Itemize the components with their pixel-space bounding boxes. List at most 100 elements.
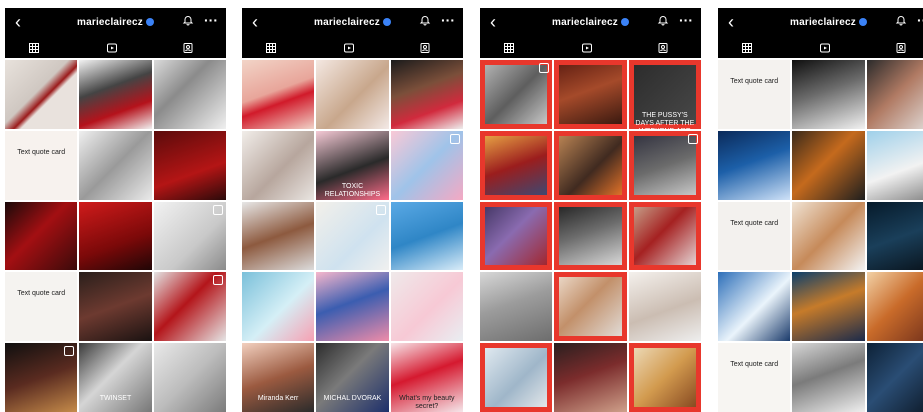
post-thumbnail[interactable] bbox=[480, 343, 553, 412]
notifications-button[interactable] bbox=[419, 13, 431, 26]
post-thumbnail[interactable] bbox=[866, 130, 923, 200]
post-thumbnail[interactable] bbox=[153, 343, 226, 412]
more-options-button[interactable]: ··· bbox=[679, 12, 693, 28]
post-thumbnail[interactable] bbox=[718, 272, 791, 342]
post-thumbnail[interactable]: THE PUSSY'S DAYS AFTER THE WEEKEND ARE T… bbox=[628, 60, 701, 129]
reels-icon bbox=[582, 43, 592, 53]
post-thumbnail[interactable] bbox=[792, 130, 865, 200]
post-thumbnail[interactable]: Text quote card bbox=[718, 60, 791, 129]
post-thumbnail[interactable] bbox=[866, 201, 923, 271]
post-thumbnail[interactable] bbox=[480, 130, 553, 200]
tab-tagged[interactable] bbox=[414, 38, 436, 58]
post-caption: Miranda Kerr bbox=[257, 395, 299, 403]
post-thumbnail[interactable]: Text quote card bbox=[718, 201, 791, 271]
post-thumbnail[interactable] bbox=[792, 272, 865, 342]
more-options-button[interactable]: ··· bbox=[441, 12, 455, 28]
post-thumbnail[interactable] bbox=[390, 272, 463, 342]
post-thumbnail[interactable] bbox=[628, 130, 701, 200]
post-thumbnail[interactable]: What's my beauty secret? bbox=[390, 343, 463, 412]
post-thumbnail[interactable] bbox=[866, 60, 923, 129]
post-thumbnail[interactable] bbox=[390, 60, 463, 129]
post-thumbnail[interactable] bbox=[5, 60, 78, 129]
tagged-icon bbox=[420, 43, 430, 53]
post-thumbnail[interactable] bbox=[316, 201, 389, 271]
more-options-button[interactable]: ··· bbox=[204, 12, 218, 28]
instagram-profile-screen: ‹marieclairecz···Text quote cardText quo… bbox=[718, 8, 923, 412]
profile-handle-text: marieclairecz bbox=[314, 17, 380, 28]
post-thumbnail[interactable] bbox=[316, 272, 389, 342]
post-thumbnail[interactable] bbox=[390, 130, 463, 200]
post-caption: Text quote card bbox=[730, 219, 779, 227]
post-thumbnail[interactable] bbox=[153, 201, 226, 271]
notifications-button[interactable] bbox=[182, 13, 194, 26]
post-thumbnail[interactable] bbox=[153, 130, 226, 200]
post-thumbnail[interactable] bbox=[242, 130, 315, 200]
tab-tagged[interactable] bbox=[890, 38, 912, 58]
post-thumbnail[interactable] bbox=[866, 343, 923, 412]
post-thumbnail[interactable] bbox=[628, 343, 701, 412]
post-thumbnail[interactable] bbox=[554, 201, 627, 271]
tab-grid[interactable] bbox=[23, 38, 45, 58]
post-caption: TOXIC RELATIONSHIPS bbox=[324, 182, 381, 198]
bell-icon bbox=[419, 16, 431, 26]
post-thumbnail[interactable]: TWINSET bbox=[79, 343, 152, 412]
post-thumbnail[interactable] bbox=[792, 201, 865, 271]
tab-grid[interactable] bbox=[498, 38, 520, 58]
post-thumbnail[interactable]: Text quote card bbox=[5, 272, 78, 342]
post-thumbnail[interactable] bbox=[480, 60, 553, 129]
post-thumbnail[interactable] bbox=[79, 60, 152, 129]
post-thumbnail[interactable] bbox=[79, 201, 152, 271]
notifications-button[interactable] bbox=[657, 13, 669, 26]
post-thumbnail[interactable] bbox=[5, 343, 78, 412]
profile-header-bar: ‹marieclairecz··· bbox=[242, 8, 463, 58]
post-thumbnail[interactable] bbox=[554, 272, 627, 342]
post-thumbnail[interactable] bbox=[242, 201, 315, 271]
post-thumbnail[interactable]: Text quote card bbox=[718, 343, 791, 412]
post-thumbnail[interactable] bbox=[718, 130, 791, 200]
tab-reels[interactable] bbox=[338, 38, 360, 58]
post-thumbnail[interactable] bbox=[792, 343, 865, 412]
post-thumbnail[interactable] bbox=[628, 272, 701, 342]
posts-grid: TOXIC RELATIONSHIPS Miranda Kerr MICHAL DV… bbox=[242, 60, 463, 412]
tab-grid[interactable] bbox=[736, 38, 758, 58]
post-thumbnail[interactable] bbox=[866, 272, 923, 342]
post-thumbnail[interactable]: TOXIC RELATIONSHIPS bbox=[316, 130, 389, 200]
post-thumbnail[interactable] bbox=[554, 130, 627, 200]
post-thumbnail[interactable] bbox=[153, 60, 226, 129]
multi-post-icon bbox=[213, 275, 223, 286]
notifications-button[interactable] bbox=[895, 13, 907, 26]
reels-icon bbox=[820, 43, 830, 53]
grid-icon bbox=[504, 43, 514, 53]
post-thumbnail[interactable] bbox=[316, 60, 389, 129]
post-thumbnail[interactable] bbox=[554, 343, 627, 412]
post-thumbnail[interactable] bbox=[390, 201, 463, 271]
verified-badge-icon bbox=[382, 18, 391, 27]
post-thumbnail[interactable] bbox=[5, 201, 78, 271]
tab-reels[interactable] bbox=[101, 38, 123, 58]
profile-header-bar: ‹marieclairecz··· bbox=[718, 8, 923, 58]
post-thumbnail[interactable]: Miranda Kerr bbox=[242, 343, 315, 412]
multi-post-icon bbox=[450, 133, 460, 144]
instagram-profile-screen: ‹marieclairecz···Text quote cardText quo… bbox=[5, 8, 226, 412]
post-thumbnail[interactable] bbox=[79, 272, 152, 342]
tab-reels[interactable] bbox=[576, 38, 598, 58]
verified-badge-icon bbox=[620, 18, 629, 27]
post-thumbnail[interactable] bbox=[153, 272, 226, 342]
post-caption: TWINSET bbox=[99, 395, 132, 403]
tab-tagged[interactable] bbox=[177, 38, 199, 58]
post-thumbnail[interactable] bbox=[242, 60, 315, 129]
more-options-button[interactable]: ··· bbox=[917, 12, 923, 28]
post-thumbnail[interactable]: Text quote card bbox=[5, 130, 78, 200]
tab-reels[interactable] bbox=[814, 38, 836, 58]
post-thumbnail[interactable] bbox=[480, 272, 553, 342]
post-thumbnail[interactable]: MICHAL DVORAK bbox=[316, 343, 389, 412]
post-thumbnail[interactable] bbox=[792, 60, 865, 129]
post-thumbnail[interactable] bbox=[554, 60, 627, 129]
post-thumbnail[interactable] bbox=[79, 130, 152, 200]
post-thumbnail[interactable] bbox=[480, 201, 553, 271]
multi-post-icon bbox=[213, 204, 223, 215]
tab-tagged[interactable] bbox=[652, 38, 674, 58]
post-thumbnail[interactable] bbox=[628, 201, 701, 271]
tab-grid[interactable] bbox=[260, 38, 282, 58]
post-thumbnail[interactable] bbox=[242, 272, 315, 342]
